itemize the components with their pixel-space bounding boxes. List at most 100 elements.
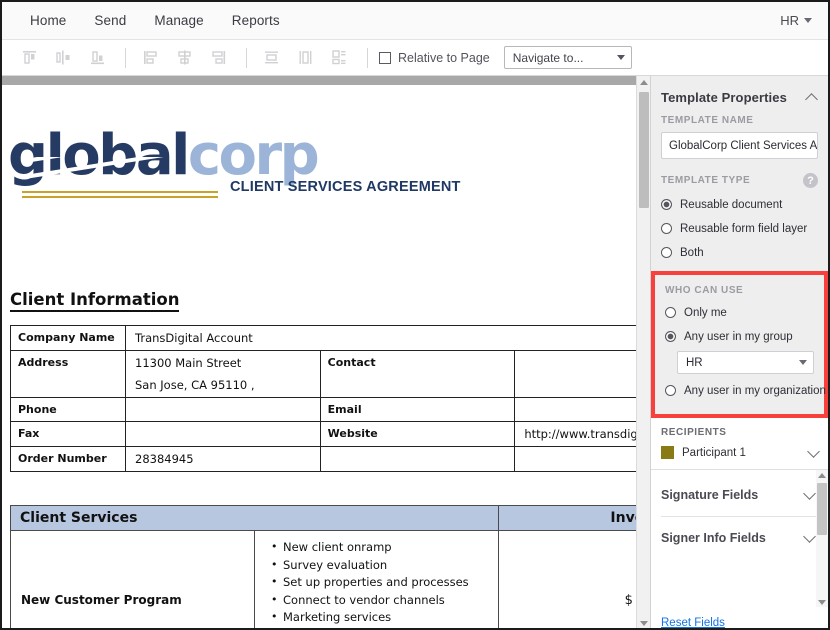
document-title: CLIENT SERVICES AGREEMENT: [230, 179, 461, 195]
scroll-up-arrow-icon[interactable]: [816, 470, 828, 481]
table-row: Phone Email: [10, 397, 636, 422]
fields-accordion-area: Signature Fields Signer Info Fields: [651, 469, 828, 607]
accordion-signature-fields[interactable]: Signature Fields: [651, 474, 828, 516]
list-item: Survey evaluation: [269, 556, 492, 575]
align-right-icon[interactable]: [203, 45, 233, 71]
list-item: Marketing services: [269, 608, 492, 627]
toolbar-divider: [125, 47, 126, 68]
radio-reusable-document[interactable]: Reusable document: [651, 194, 828, 215]
account-menu[interactable]: HR: [780, 13, 828, 28]
row-label-contact: Contact: [319, 350, 516, 398]
align-bottom-icon[interactable]: [82, 45, 112, 71]
row-value-company-name[interactable]: TransDigital Account: [125, 325, 636, 351]
reset-fields-link[interactable]: Reset Fields: [661, 617, 725, 628]
recipient-color-swatch: [661, 446, 674, 459]
template-name-label: TEMPLATE NAME: [661, 115, 754, 126]
template-name-input[interactable]: GlobalCorp Client Services Ag: [661, 132, 818, 159]
radio-label: Reusable document: [680, 198, 783, 211]
document-vertical-scrollbar[interactable]: [636, 76, 651, 628]
chevron-up-icon[interactable]: [805, 92, 818, 106]
logo-rule-top: [22, 191, 218, 193]
radio-label: Any user in my group: [684, 330, 793, 343]
menu-item-reports[interactable]: Reports: [218, 7, 294, 34]
template-type-label: TEMPLATE TYPE: [661, 175, 751, 186]
chevron-down-icon[interactable]: [807, 444, 820, 458]
list-item: New client onramp: [269, 538, 492, 557]
row-label-empty: [319, 446, 516, 472]
row-value-phone[interactable]: [125, 397, 321, 422]
radio-both[interactable]: Both: [651, 242, 828, 263]
bullet-list: New client onramp Survey evaluation Set …: [269, 538, 492, 628]
panel-header[interactable]: Template Properties: [651, 76, 828, 115]
row-label-fax: Fax: [10, 421, 126, 447]
row-value-address[interactable]: 11300 Main Street San Jose, CA 95110 ,: [125, 350, 321, 398]
align-middle-horizontal-icon[interactable]: [48, 45, 78, 71]
radio-button-icon: [665, 307, 676, 318]
table-row: Fax Website http://www.transdigitalcorp.…: [10, 421, 636, 447]
group-select-dropdown[interactable]: HR: [677, 351, 814, 374]
chevron-down-icon[interactable]: [803, 530, 816, 543]
menu-item-home[interactable]: Home: [16, 7, 80, 34]
navigate-to-value: Navigate to...: [512, 50, 584, 65]
distribute-horizontal-icon[interactable]: [256, 45, 286, 71]
match-size-icon[interactable]: [324, 45, 354, 71]
radio-any-user-in-my-organization[interactable]: Any user in my organization: [655, 380, 826, 401]
row-value-empty: [514, 446, 636, 472]
checkbox-icon: [379, 51, 391, 64]
radio-reusable-form-field-layer[interactable]: Reusable form field layer: [651, 218, 828, 239]
radio-any-user-in-my-group[interactable]: Any user in my group: [655, 326, 824, 347]
relative-to-page-label: Relative to Page: [398, 50, 490, 65]
distribute-vertical-icon[interactable]: [290, 45, 320, 71]
recipients-section: RECIPIENTS Participant 1: [651, 418, 828, 469]
application-window: Home Send Manage Reports HR Relative to …: [0, 0, 830, 630]
radio-only-me[interactable]: Only me: [655, 302, 824, 323]
services-header-left: Client Services: [10, 505, 499, 531]
row-value-website[interactable]: http://www.transdigitalcorp.com: [514, 421, 636, 447]
radio-label: Reusable form field layer: [680, 222, 808, 235]
service-name: New Customer Program: [10, 530, 255, 628]
row-value-email[interactable]: [514, 397, 636, 422]
recipients-label: RECIPIENTS: [661, 427, 727, 438]
row-value-order-number[interactable]: 28384945: [125, 446, 321, 472]
scroll-up-arrow-icon[interactable]: [637, 76, 651, 89]
row-label-website: Website: [319, 421, 516, 447]
menu-item-manage[interactable]: Manage: [140, 7, 217, 34]
recipient-participant-1[interactable]: Participant 1: [651, 444, 828, 461]
scrollbar-thumb[interactable]: [639, 92, 649, 208]
align-center-icon[interactable]: [169, 45, 199, 71]
panel-vertical-scrollbar[interactable]: [816, 470, 828, 607]
radio-label: Any user in my organization: [684, 384, 826, 397]
align-top-icon[interactable]: [14, 45, 44, 71]
globalcorp-logo: globalcorp: [8, 127, 320, 201]
scroll-down-arrow-icon[interactable]: [637, 617, 651, 628]
signer-info-fields-label: Signer Info Fields: [661, 531, 766, 545]
client-services-table: Client Services Investment New Customer …: [10, 505, 636, 628]
who-can-use-highlight-box: WHO CAN USE Only me Any user in my group…: [651, 271, 828, 418]
scrollbar-thumb[interactable]: [817, 483, 827, 535]
toolbar-divider: [246, 47, 247, 68]
scroll-down-arrow-icon[interactable]: [816, 597, 828, 607]
document-page: globalcorp CLIENT SERVICES AGREEMENT Cli…: [2, 85, 636, 628]
row-value-fax[interactable]: [125, 421, 321, 447]
align-left-icon[interactable]: [135, 45, 165, 71]
chevron-down-icon[interactable]: [803, 487, 816, 500]
radio-button-icon: [661, 199, 672, 210]
client-information-table: Company Name TransDigital Account Addres…: [10, 325, 636, 472]
template-type-label-row: TEMPLATE TYPE ?: [651, 173, 828, 188]
template-properties-panel: Template Properties TEMPLATE NAME Global…: [650, 76, 828, 628]
table-row: Order Number 28384945: [10, 446, 636, 472]
row-value-contact[interactable]: [514, 350, 636, 398]
relative-to-page-checkbox[interactable]: Relative to Page: [379, 51, 490, 65]
menu-item-group: Home Send Manage Reports: [2, 7, 294, 34]
accordion-signer-info-fields[interactable]: Signer Info Fields: [651, 517, 828, 559]
panel-footer: Reset Fields Save: [651, 607, 828, 628]
navigate-to-dropdown[interactable]: Navigate to...: [503, 46, 632, 69]
template-name-value: GlobalCorp Client Services Ag: [669, 139, 818, 152]
account-label: HR: [780, 13, 799, 28]
table-row: Address 11300 Main Street San Jose, CA 9…: [10, 350, 636, 398]
chevron-down-icon: [799, 360, 807, 365]
row-label-phone: Phone: [10, 397, 126, 422]
table-row: Company Name TransDigital Account: [10, 325, 636, 351]
menu-item-send[interactable]: Send: [80, 7, 140, 34]
help-icon[interactable]: ?: [803, 173, 818, 188]
